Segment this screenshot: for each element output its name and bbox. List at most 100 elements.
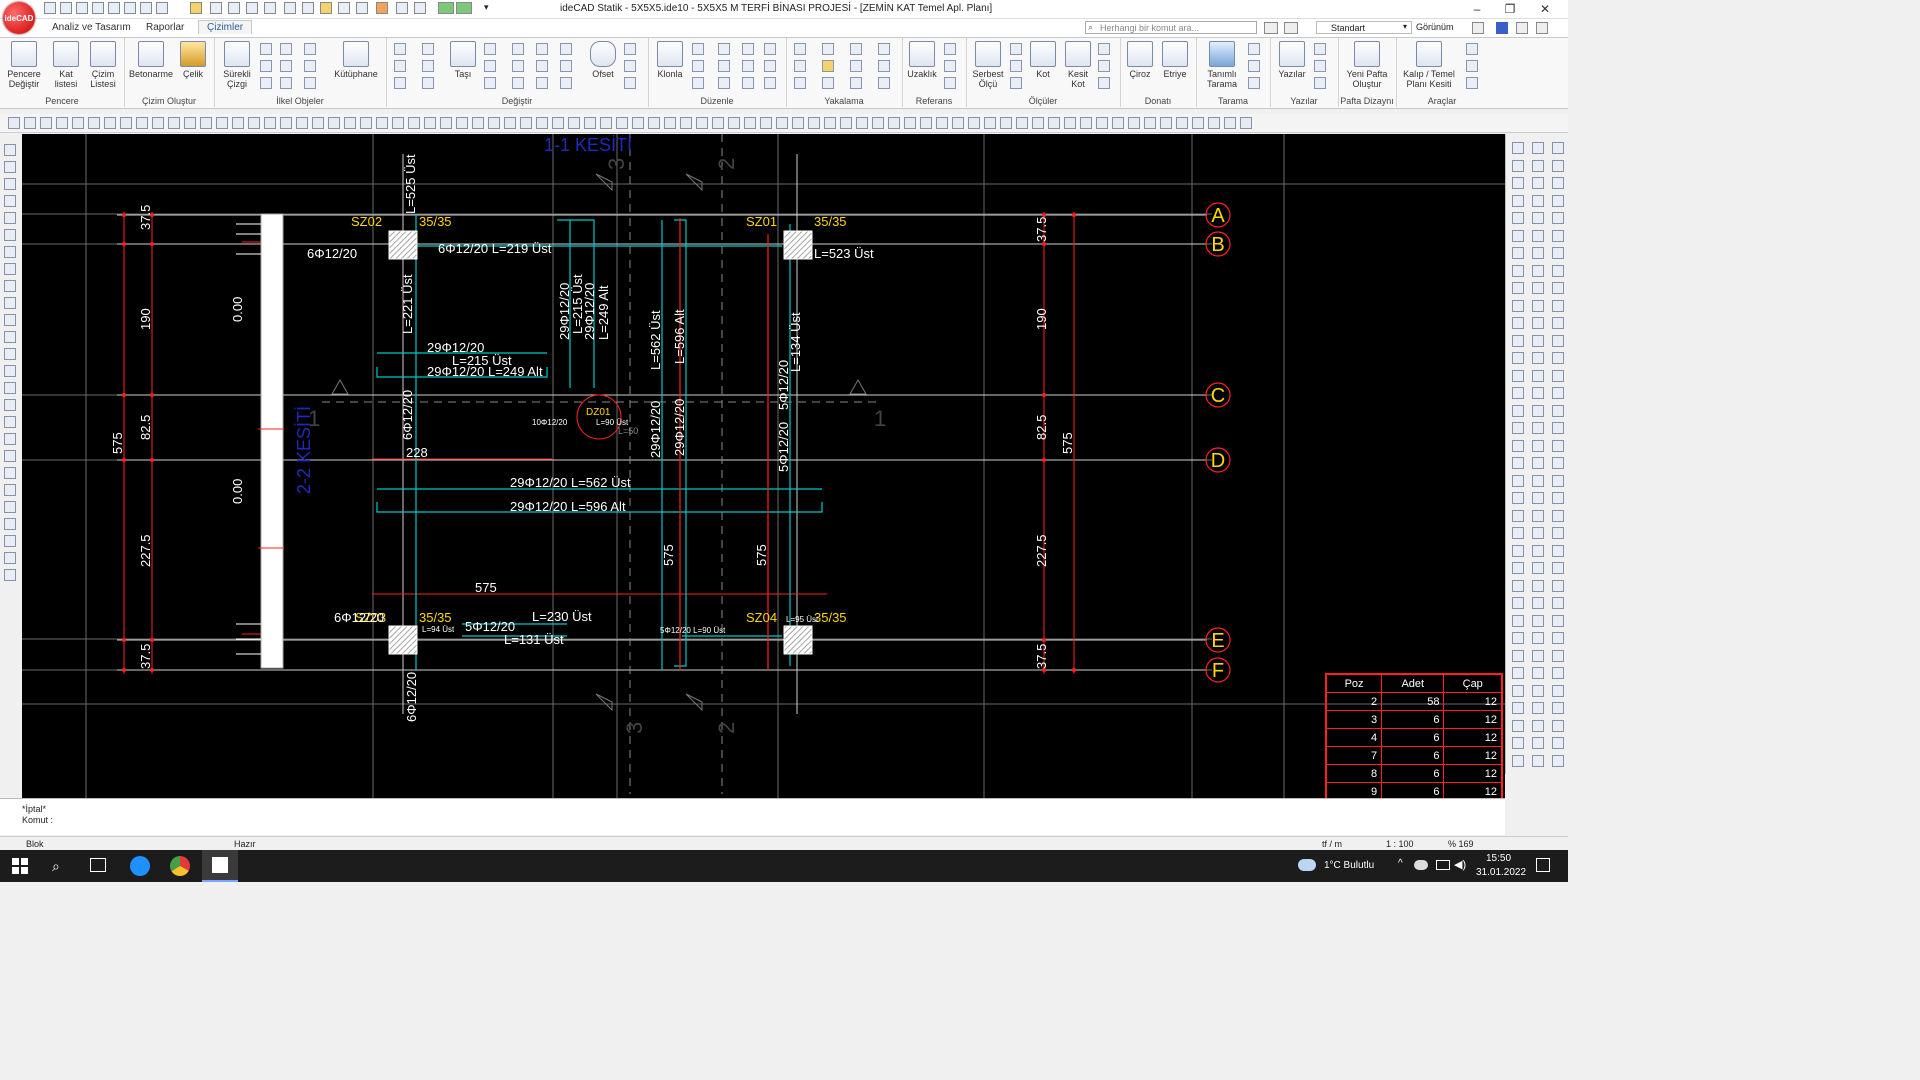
snap-ext-icon[interactable] — [850, 77, 862, 89]
left-tool-icon[interactable] — [4, 552, 16, 564]
toolbar-tool-icon[interactable] — [488, 117, 500, 129]
right-tool-icon[interactable] — [1532, 509, 1544, 522]
toolbar-tool-icon[interactable] — [1208, 117, 1220, 129]
left-tool-icon[interactable] — [4, 535, 16, 547]
toolbar-tool-icon[interactable] — [88, 117, 100, 129]
aligned-dim-icon[interactable] — [1010, 43, 1022, 55]
left-tool-icon[interactable] — [4, 161, 16, 173]
right-tool-icon[interactable] — [1552, 334, 1564, 347]
hatch-grid-icon[interactable] — [1248, 43, 1260, 55]
text-style-icon[interactable] — [1314, 60, 1326, 72]
status-scale[interactable]: 1 : 100 — [1386, 839, 1414, 849]
elevation-button[interactable]: Kot — [1028, 41, 1058, 79]
polar-icon[interactable] — [264, 2, 276, 14]
left-tool-icon[interactable] — [4, 297, 16, 309]
toolbar-tool-icon[interactable] — [1144, 117, 1156, 129]
drawing-list-button[interactable]: Çizim Listesi — [86, 41, 120, 89]
snap-active-icon[interactable] — [822, 60, 834, 72]
toolbar-tool-icon[interactable] — [632, 117, 644, 129]
hatch-solid-icon[interactable] — [1248, 60, 1260, 72]
right-tool-icon[interactable] — [1552, 439, 1564, 452]
chevron-down-icon[interactable]: ▾ — [1403, 22, 1407, 31]
right-tool-icon[interactable] — [1532, 597, 1544, 609]
toolbar-tool-icon[interactable] — [536, 117, 548, 129]
right-tool-icon[interactable] — [1552, 247, 1564, 259]
right-tool-icon[interactable] — [1532, 702, 1544, 714]
snap-perp-icon[interactable] — [822, 77, 834, 89]
sum-icon[interactable] — [692, 77, 704, 89]
circle-icon[interactable] — [260, 60, 272, 72]
right-tool-icon[interactable] — [1552, 177, 1564, 189]
right-tool-icon[interactable] — [1532, 212, 1544, 224]
toolbar-tool-icon[interactable] — [792, 117, 804, 129]
toolbar-tool-icon[interactable] — [248, 117, 260, 129]
toolbar-tool-icon[interactable] — [648, 117, 660, 129]
command-area[interactable]: *İptal* Komut : — [0, 798, 1505, 835]
right-tool-icon[interactable] — [1512, 754, 1524, 767]
toolbar-tool-icon[interactable] — [872, 117, 884, 129]
right-tool-icon[interactable] — [1512, 632, 1524, 644]
new-sheet-button[interactable]: Yeni Pafta Oluştur — [1342, 41, 1392, 89]
eraser-icon[interactable] — [560, 77, 572, 89]
left-tool-icon[interactable] — [4, 433, 16, 445]
ref-line-icon[interactable] — [944, 60, 956, 72]
transparency-icon[interactable] — [356, 2, 368, 14]
right-tool-icon[interactable] — [1552, 737, 1564, 749]
texts-button[interactable]: Yazılar — [1274, 41, 1310, 79]
paste-icon[interactable] — [692, 60, 704, 72]
clock-time[interactable]: 15:50 — [1486, 853, 1511, 864]
toolbar-tool-icon[interactable] — [1096, 117, 1108, 129]
leader-icon[interactable] — [1098, 43, 1110, 55]
edge-icon[interactable] — [130, 856, 150, 876]
toolbar-tool-icon[interactable] — [696, 117, 708, 129]
info-icon[interactable] — [1516, 22, 1528, 34]
redo-icon[interactable] — [156, 2, 168, 14]
offset-button[interactable]: Ofset — [586, 41, 620, 79]
left-tool-icon[interactable] — [4, 280, 16, 292]
copy-icon[interactable] — [692, 43, 704, 55]
explode-icon[interactable] — [560, 60, 572, 72]
copy-move-icon[interactable] — [394, 77, 406, 89]
toolbar-tool-icon[interactable] — [1000, 117, 1012, 129]
toolbar-tool-icon[interactable] — [168, 117, 180, 129]
toolbar-tool-icon[interactable] — [520, 117, 532, 129]
right-tool-icon[interactable] — [1512, 737, 1524, 749]
tie-button[interactable]: Çiroz — [1124, 41, 1156, 79]
right-tool-icon[interactable] — [1512, 264, 1524, 277]
right-tool-icon[interactable] — [1532, 649, 1544, 662]
left-tool-icon[interactable] — [4, 246, 16, 258]
toolbar-tool-icon[interactable] — [296, 117, 308, 129]
minimize-button[interactable]: – — [1462, 0, 1492, 18]
toolbar-tool-icon[interactable] — [344, 117, 356, 129]
toolbar-tool-icon[interactable] — [120, 117, 132, 129]
right-tool-icon[interactable] — [1512, 702, 1524, 714]
right-tool-icon[interactable] — [1512, 212, 1524, 224]
left-tool-icon[interactable] — [4, 467, 16, 479]
right-tool-icon[interactable] — [1532, 177, 1544, 189]
print-icon[interactable] — [124, 2, 136, 14]
toolbar-tool-icon[interactable] — [376, 117, 388, 129]
toolbar-tool-icon[interactable] — [1160, 117, 1172, 129]
chrome-icon[interactable] — [170, 856, 190, 876]
fillet-icon[interactable] — [536, 60, 548, 72]
right-tool-icon[interactable] — [1552, 632, 1564, 644]
radial-dim-icon[interactable] — [1010, 77, 1022, 89]
toolbar-tool-icon[interactable] — [856, 117, 868, 129]
toolbar-tool-icon[interactable] — [40, 117, 52, 129]
right-tool-icon[interactable] — [1532, 527, 1544, 539]
right-tool-icon[interactable] — [1552, 317, 1564, 329]
right-tool-icon[interactable] — [1512, 142, 1524, 154]
toolbar-tool-icon[interactable] — [216, 117, 228, 129]
ref-point-icon[interactable] — [944, 77, 956, 89]
tab-reports[interactable]: Raporlar — [146, 22, 184, 33]
snap-int-icon[interactable] — [794, 77, 806, 89]
snap-cen-icon[interactable] — [878, 60, 890, 72]
status-unit[interactable]: tf / m — [1322, 839, 1342, 849]
toolbar-tool-icon[interactable] — [104, 117, 116, 129]
left-tool-icon[interactable] — [4, 569, 16, 581]
block-icon[interactable] — [718, 77, 730, 89]
chevron-up-icon[interactable]: ^ — [1398, 858, 1403, 869]
osnap-icon[interactable] — [284, 2, 296, 14]
weather-text[interactable]: 1°C Bulutlu — [1324, 860, 1374, 871]
selection-icon[interactable] — [376, 2, 388, 14]
